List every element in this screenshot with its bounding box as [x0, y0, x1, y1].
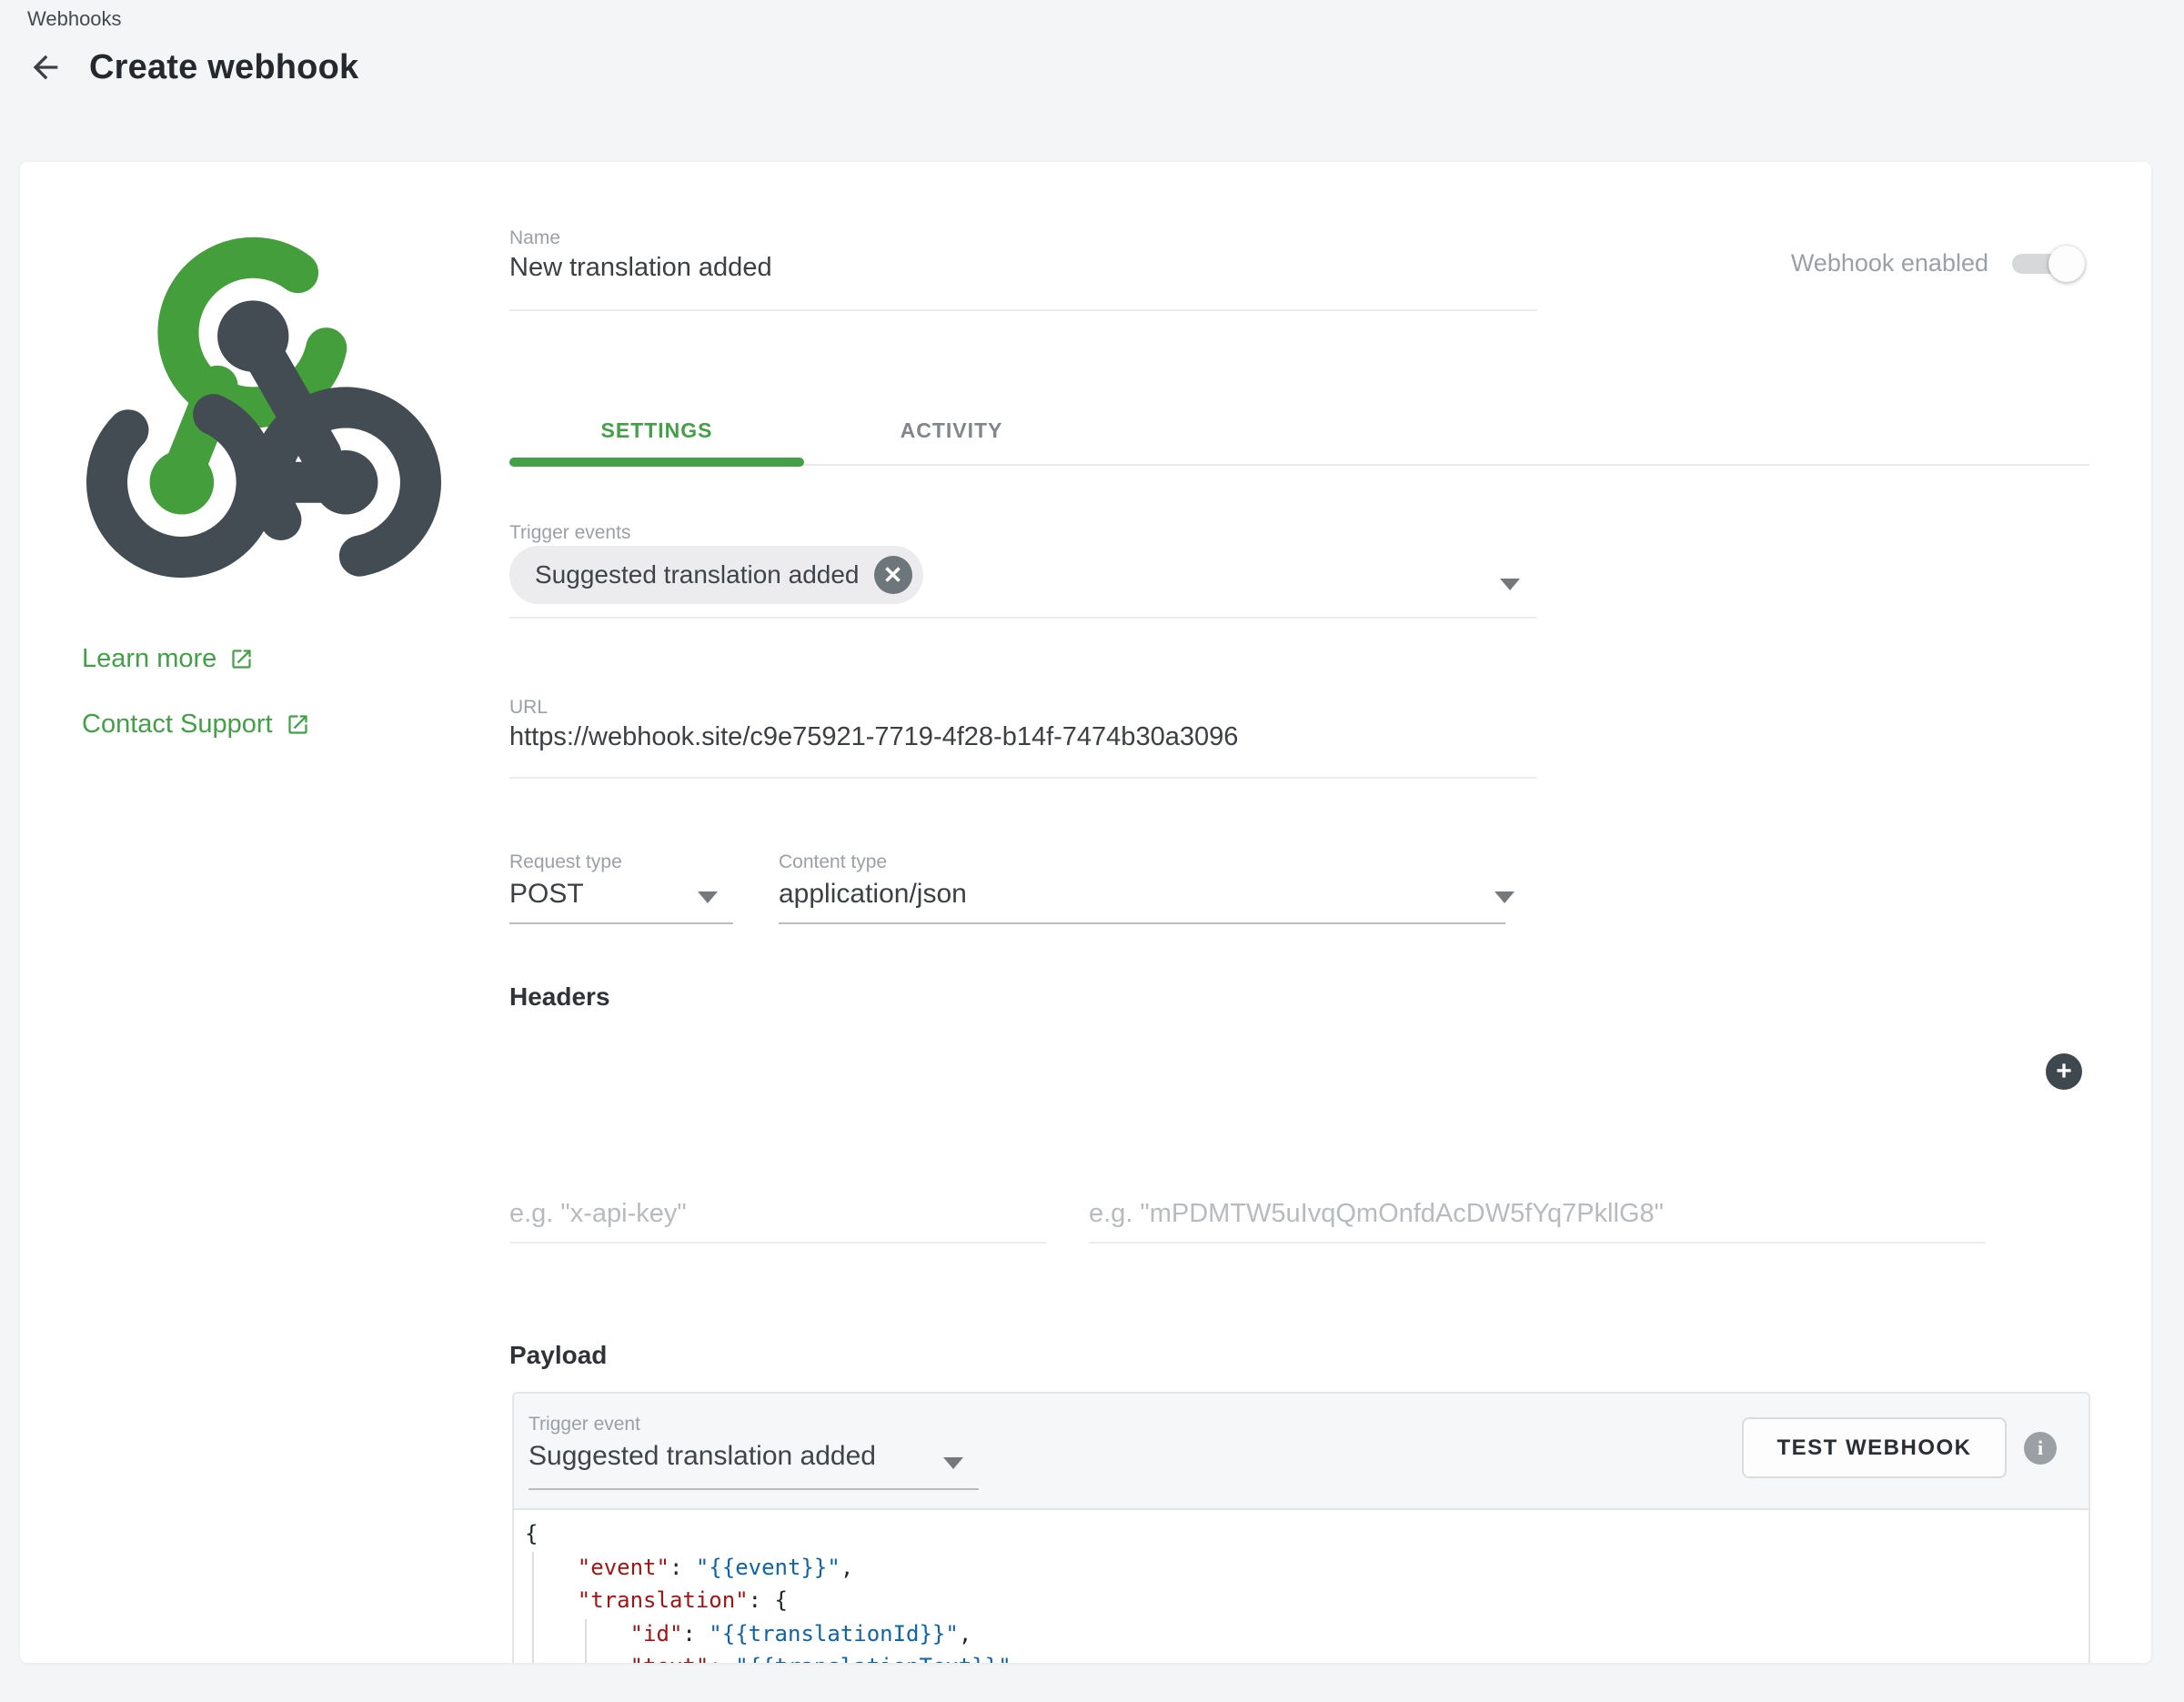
trigger-event-select[interactable]: Suggested translation added — [528, 1441, 876, 1472]
trigger-events-field[interactable]: Suggested translation added ✕ — [509, 546, 923, 604]
header-key-input[interactable] — [509, 1199, 1046, 1244]
back-arrow-icon — [27, 49, 64, 86]
chevron-down-icon[interactable] — [698, 891, 718, 903]
close-icon[interactable]: ✕ — [874, 556, 912, 594]
info-icon[interactable]: i — [2024, 1432, 2057, 1465]
code-line: "translation": { — [525, 1584, 2088, 1617]
back-button[interactable] — [25, 47, 65, 87]
name-input[interactable] — [509, 253, 1419, 283]
contact-support-label: Contact Support — [82, 710, 273, 740]
request-type-select[interactable]: POST — [509, 879, 584, 910]
chevron-down-icon[interactable] — [943, 1457, 963, 1469]
url-label: URL — [509, 697, 548, 719]
webhook-logo-icon — [80, 226, 448, 582]
code-line: "id": "{{translationId}}", — [525, 1617, 2088, 1651]
header-value-input[interactable] — [1089, 1199, 1985, 1244]
page-header: Create webhook — [25, 47, 358, 87]
chip-label: Suggested translation added — [535, 560, 860, 589]
request-type-label: Request type — [509, 851, 622, 873]
webhook-card: Learn more Contact Support Name Webhook … — [20, 162, 2151, 1663]
plus-icon: + — [2056, 1058, 2072, 1085]
request-type-underline — [509, 922, 733, 924]
content-type-underline — [779, 922, 1505, 924]
payload-code-editor[interactable]: { "event": "{{event}}", "translation": {… — [514, 1508, 2088, 1663]
payload-panel: Trigger event Suggested translation adde… — [512, 1392, 2090, 1663]
trigger-event-chip: Suggested translation added ✕ — [509, 546, 923, 604]
webhook-enabled-label: Webhook enabled — [1791, 249, 1988, 277]
breadcrumb[interactable]: Webhooks — [27, 7, 122, 31]
add-header-button[interactable]: + — [2046, 1053, 2082, 1090]
url-input[interactable] — [509, 722, 1601, 752]
external-link-icon — [229, 647, 254, 671]
tab-activity[interactable]: ACTIVITY — [804, 400, 1099, 460]
learn-more-link[interactable]: Learn more — [82, 644, 254, 674]
external-link-icon — [286, 712, 310, 737]
headers-title: Headers — [509, 982, 610, 1012]
name-label: Name — [509, 227, 560, 249]
name-underline — [509, 309, 1537, 311]
trigger-event-underline — [528, 1488, 979, 1490]
payload-title: Payload — [509, 1341, 607, 1370]
code-line: "text": "{{translationText}}", — [525, 1650, 2088, 1663]
tab-settings[interactable]: SETTINGS — [509, 400, 804, 460]
content-type-select[interactable]: application/json — [779, 879, 967, 910]
contact-support-link[interactable]: Contact Support — [82, 710, 310, 740]
webhook-enabled-toggle[interactable] — [2012, 254, 2083, 274]
indent-guide — [532, 1552, 534, 1663]
active-tab-indicator — [509, 458, 804, 467]
test-webhook-button[interactable]: TEST WEBHOOK — [1742, 1417, 2007, 1478]
chevron-down-icon[interactable] — [1495, 891, 1515, 903]
trigger-event-label: Trigger event — [528, 1414, 640, 1435]
learn-more-label: Learn more — [82, 644, 216, 674]
trigger-events-label: Trigger events — [509, 522, 630, 544]
indent-guide — [585, 1619, 587, 1663]
toggle-thumb — [2048, 246, 2085, 282]
trigger-events-underline — [509, 617, 1537, 619]
code-line: "event": "{{event}}", — [525, 1551, 2088, 1585]
chevron-down-icon[interactable] — [1500, 579, 1520, 590]
webhook-enabled-row: Webhook enabled — [1791, 249, 2083, 277]
code-line: { — [525, 1517, 2088, 1551]
page-title: Create webhook — [89, 48, 358, 87]
url-underline — [509, 777, 1537, 779]
content-type-label: Content type — [779, 851, 887, 873]
